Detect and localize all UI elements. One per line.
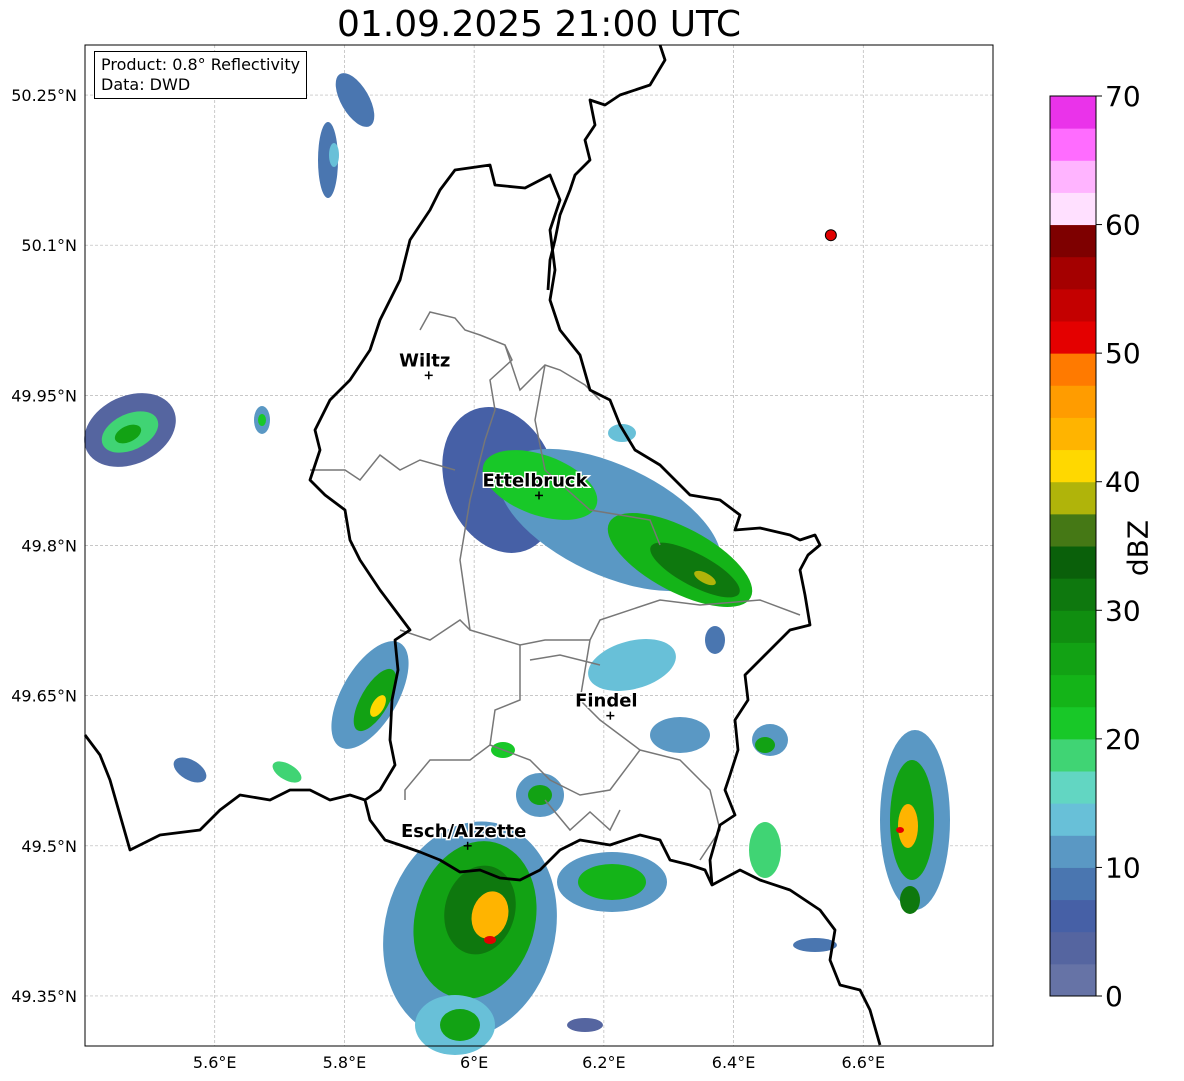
city-label: Ettelbruck <box>482 470 588 491</box>
echo <box>484 936 496 944</box>
colorbar-segment <box>1050 899 1096 933</box>
colorbar-segment <box>1050 353 1096 386</box>
colorbar-segment <box>1050 931 1096 965</box>
lat-tick-label: 49.8°N <box>21 537 77 556</box>
colorbar-segment <box>1050 160 1096 193</box>
colorbar-tick-label: 0 <box>1105 980 1123 1013</box>
city-label: Wiltz <box>399 350 450 371</box>
colorbar-tick-label: 10 <box>1105 851 1141 884</box>
echo <box>329 143 339 167</box>
colorbar-segment <box>1050 546 1096 579</box>
lat-tick-label: 49.95°N <box>11 386 77 405</box>
echo <box>567 1018 603 1032</box>
lon-tick-label: 6.2°E <box>582 1053 626 1072</box>
colorbar-segment <box>1050 803 1096 836</box>
lon-tick-label: 6°E <box>460 1053 488 1072</box>
colorbar-segment <box>1050 578 1096 611</box>
colorbar-label: dBZ <box>1121 519 1155 577</box>
colorbar-segment <box>1050 385 1096 418</box>
product-label: Product: 0.8° Reflectivity <box>101 55 301 74</box>
lat-tick-label: 50.1°N <box>21 236 77 255</box>
colorbar-segment <box>1050 481 1096 515</box>
lat-tick-label: 49.65°N <box>11 687 77 706</box>
colorbar-segment <box>1050 771 1096 804</box>
colorbar-segment <box>1050 674 1096 708</box>
colorbar-segment <box>1050 642 1096 676</box>
lon-tick-label: 5.6°E <box>193 1053 237 1072</box>
echo <box>900 886 920 914</box>
echo <box>896 827 904 833</box>
colorbar-segment <box>1050 224 1096 258</box>
colorbar-segment <box>1050 867 1096 901</box>
colorbar-segment <box>1050 417 1096 451</box>
colorbar-segment <box>1050 321 1096 354</box>
colorbar-segment <box>1050 288 1096 322</box>
colorbar-segment <box>1050 610 1096 643</box>
radar-site-marker <box>824 229 837 242</box>
colorbar-tick-label: 70 <box>1105 80 1141 113</box>
lon-tick-label: 6.6°E <box>842 1053 886 1072</box>
echo <box>578 864 646 900</box>
colorbar-segment <box>1050 449 1096 483</box>
echo <box>755 737 775 753</box>
echo <box>898 804 918 848</box>
colorbar-tick-label: 60 <box>1105 209 1141 242</box>
lat-tick-label: 49.5°N <box>21 837 77 856</box>
colorbar-tick-label: 50 <box>1105 337 1141 370</box>
data-source-label: Data: DWD <box>101 75 191 94</box>
colorbar-tick-label: 40 <box>1105 466 1141 499</box>
colorbar-segment <box>1050 706 1096 740</box>
colorbar-segment <box>1050 96 1096 129</box>
echo <box>528 785 552 805</box>
colorbar-segment <box>1050 513 1096 547</box>
colorbar-segment <box>1050 738 1096 772</box>
echo <box>258 414 266 426</box>
city-label: Findel <box>575 691 638 712</box>
echo <box>749 822 781 878</box>
colorbar-segment <box>1050 128 1096 161</box>
colorbar-segment <box>1050 192 1096 226</box>
city-label: Esch/Alzette <box>401 821 526 842</box>
echo <box>440 1009 480 1041</box>
radar-map: 5.6°E 5.8°E 6°E 6.2°E 6.4°E 6.6°E 49.35°N 49.5°… <box>11 44 1141 1072</box>
lon-tick-label: 6.4°E <box>712 1053 756 1072</box>
lat-tick-label: 50.25°N <box>11 86 77 105</box>
lat-tick-label: 49.35°N <box>11 987 77 1006</box>
colorbar-segment <box>1050 256 1096 290</box>
colorbar-segment <box>1050 835 1096 868</box>
echo <box>650 717 710 753</box>
colorbar-segment <box>1050 963 1096 997</box>
colorbar-tick-label: 30 <box>1105 594 1141 627</box>
echo <box>705 626 725 654</box>
lon-tick-label: 5.8°E <box>323 1053 367 1072</box>
colorbar-tick-label: 20 <box>1105 723 1141 756</box>
info-box: Product: 0.8° Reflectivity Data: DWD <box>94 51 308 99</box>
